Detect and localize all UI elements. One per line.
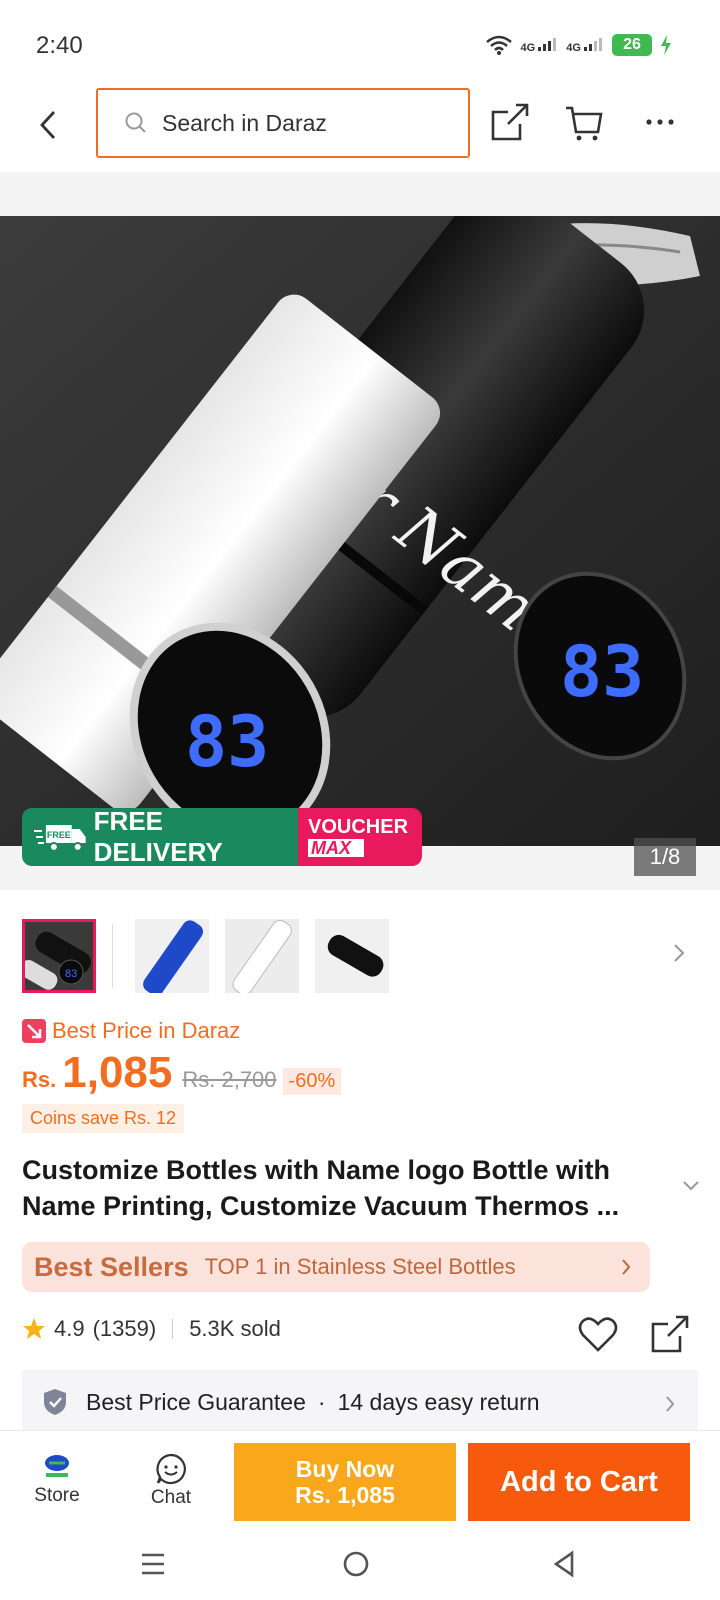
guarantee-left: Best Price Guarantee bbox=[86, 1388, 306, 1415]
product-title: Customize Bottles with Name logo Bottle … bbox=[22, 1155, 620, 1221]
price-currency: Rs. bbox=[22, 1067, 57, 1092]
buy-now-button[interactable]: Buy Now Rs. 1,085 bbox=[234, 1443, 456, 1521]
coins-badge: Coins save Rs. 12 bbox=[22, 1104, 185, 1133]
guarantee-right: 14 days easy return bbox=[337, 1388, 540, 1415]
thumbnail-1[interactable]: 83 bbox=[22, 919, 96, 993]
best-sellers-text: TOP 1 in Stainless Steel Bottles bbox=[204, 1254, 516, 1279]
chat-icon bbox=[156, 1453, 186, 1485]
discount-badge: -60% bbox=[282, 1068, 342, 1095]
chevron-left-icon bbox=[40, 111, 56, 139]
top-nav: Search in Daraz bbox=[0, 80, 720, 170]
chat-label: Chat bbox=[150, 1487, 192, 1508]
svg-text:83: 83 bbox=[65, 968, 77, 980]
search-input[interactable]: Search in Daraz bbox=[96, 88, 470, 158]
buy-now-label: Buy Now bbox=[295, 1456, 395, 1482]
cart-icon bbox=[566, 106, 603, 141]
signal-icon: 4G bbox=[521, 37, 559, 54]
best-sellers-banner[interactable]: Best Sellers TOP 1 in Stainless Steel Bo… bbox=[22, 1242, 650, 1292]
search-icon bbox=[125, 112, 146, 133]
status-bar: 2:40 4G 4G 26 bbox=[0, 0, 720, 80]
rating-score: 4.9 bbox=[54, 1316, 85, 1341]
shield-icon bbox=[44, 1389, 66, 1415]
search-placeholder: Search in Daraz bbox=[162, 109, 327, 136]
best-price-label[interactable]: Best Price in Daraz bbox=[22, 1018, 240, 1044]
store-icon bbox=[45, 1455, 69, 1477]
battery-icon: 26 bbox=[612, 34, 652, 56]
rating-row[interactable]: 4.9 (1359) 5.3K sold bbox=[22, 1316, 281, 1342]
thumbnail-4[interactable] bbox=[315, 919, 389, 993]
share-icon bbox=[651, 1315, 689, 1353]
free-delivery-badge: FREE FREE DELIVERY bbox=[22, 808, 298, 866]
product-image[interactable]: Your Name 83 83 bbox=[0, 216, 720, 846]
guarantee-row[interactable]: Best Price Guarantee · 14 days easy retu… bbox=[22, 1370, 698, 1434]
system-nav-bar bbox=[0, 1530, 720, 1600]
buy-now-price: Rs. 1,085 bbox=[295, 1482, 395, 1508]
recent-apps-icon[interactable] bbox=[140, 1552, 166, 1576]
heart-icon bbox=[578, 1317, 618, 1352]
free-delivery-text: FREE DELIVERY bbox=[93, 808, 223, 866]
thumbnail-3[interactable] bbox=[225, 919, 299, 993]
thumbnail-divider bbox=[112, 924, 113, 988]
chevron-right-icon bbox=[622, 1259, 631, 1275]
voucher-text: VOUCHER bbox=[308, 816, 409, 838]
more-icon bbox=[646, 119, 674, 125]
image-counter: 1/8 bbox=[634, 838, 696, 876]
promo-banner[interactable]: FREE FREE DELIVERY VOUCHER MAX bbox=[22, 808, 422, 866]
product-gallery: Your Name 83 83 FREE FREE DELIVERY VOUCH… bbox=[0, 172, 720, 890]
cart-button[interactable] bbox=[562, 100, 606, 144]
sold-count: 5.3K sold bbox=[189, 1316, 281, 1341]
chevron-right-icon bbox=[666, 1396, 675, 1412]
status-time: 2:40 bbox=[36, 32, 83, 59]
guarantee-separator: · bbox=[317, 1388, 326, 1415]
best-price-icon bbox=[22, 1019, 46, 1043]
back-nav-icon[interactable] bbox=[552, 1550, 576, 1578]
share-button[interactable] bbox=[488, 100, 532, 144]
truck-icon: FREE bbox=[33, 825, 86, 852]
share-product-button[interactable] bbox=[650, 1314, 694, 1358]
home-icon[interactable] bbox=[342, 1550, 370, 1578]
best-sellers-brand: Best Sellers bbox=[34, 1251, 189, 1282]
store-label: Store bbox=[34, 1485, 80, 1506]
price-value: 1,085 bbox=[62, 1048, 173, 1097]
chevron-down-icon[interactable] bbox=[682, 1180, 700, 1192]
add-to-cart-button[interactable]: Add to Cart bbox=[468, 1443, 690, 1521]
temp-display-black: 83 bbox=[560, 631, 644, 713]
signal-icon-2: 4G bbox=[566, 37, 604, 54]
price-row: Rs. 1,085 Rs. 2,700 -60% bbox=[22, 1048, 342, 1098]
share-icon bbox=[491, 103, 529, 141]
max-text: MAX bbox=[308, 839, 364, 857]
thumbnail-strip: 83 bbox=[22, 918, 702, 994]
store-button[interactable]: Store bbox=[22, 1453, 92, 1507]
charging-icon bbox=[661, 35, 671, 55]
status-icons: 4G 4G 26 bbox=[485, 34, 673, 56]
chat-button[interactable]: Chat bbox=[136, 1453, 206, 1509]
thermos-photo: Your Name 83 83 bbox=[0, 216, 720, 846]
svg-text:FREE: FREE bbox=[47, 830, 71, 840]
chevron-right-icon[interactable] bbox=[672, 942, 686, 964]
temp-display-white: 83 bbox=[185, 701, 269, 783]
add-to-cart-label: Add to Cart bbox=[500, 1465, 658, 1498]
wishlist-button[interactable] bbox=[578, 1316, 622, 1356]
rating-count: (1359) bbox=[92, 1316, 157, 1341]
star-icon bbox=[23, 1318, 45, 1339]
divider bbox=[172, 1319, 174, 1339]
back-button[interactable] bbox=[28, 102, 68, 148]
bottom-action-bar: Store Chat Buy Now Rs. 1,085 Add to Cart bbox=[0, 1430, 720, 1530]
thumbnail-2[interactable] bbox=[135, 919, 209, 993]
more-button[interactable] bbox=[638, 100, 682, 144]
voucher-max-badge: VOUCHER MAX bbox=[298, 808, 422, 866]
wifi-icon bbox=[485, 35, 512, 55]
original-price: Rs. 2,700 bbox=[182, 1067, 277, 1092]
